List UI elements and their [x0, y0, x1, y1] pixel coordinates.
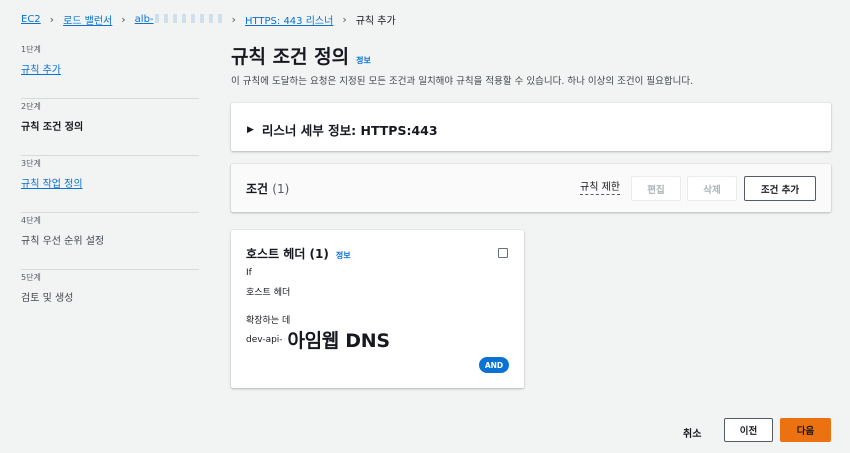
listener-details-label: 리스너 세부 정보: HTTPS:443 — [261, 123, 438, 138]
and-badge: AND — [479, 357, 509, 373]
step-5: 5단계 검토 및 생성 — [21, 270, 199, 327]
listener-details-panel: ▶ 리스너 세부 정보: HTTPS:443 — [231, 103, 831, 151]
redacted-text: · — [283, 334, 287, 345]
info-link[interactable]: 정보 — [356, 55, 371, 66]
cancel-button[interactable]: 취소 — [683, 425, 701, 440]
host-header-title-text: 호스트 헤더 (1) — [246, 247, 329, 261]
conditions-count: (1) — [272, 182, 290, 196]
host-header-title: 호스트 헤더 (1) 정보 — [246, 245, 351, 262]
step-link-add-rule[interactable]: 규칙 추가 — [21, 61, 61, 76]
chevron-right-icon: › — [342, 12, 347, 26]
step-link-define-actions[interactable]: 규칙 작업 정의 — [21, 175, 83, 190]
step-number: 1단계 — [21, 45, 41, 54]
chevron-right-icon: › — [231, 12, 236, 26]
breadcrumb-current: 규칙 추가 — [355, 15, 396, 27]
info-link[interactable]: 정보 — [336, 250, 351, 261]
breadcrumb-alb[interactable]: alb- — [135, 14, 223, 25]
next-button[interactable]: 다음 — [780, 418, 831, 442]
conditions-panel-header: 조건 (1) 규칙 제한 편집 삭제 조건 추가 — [231, 164, 831, 212]
match-type-label: 확장하는 데 — [246, 316, 291, 326]
step-label: 규칙 우선 순위 설정 — [21, 236, 105, 247]
conditions-title: 조건 (1) — [246, 180, 289, 197]
step-number: 5단계 — [21, 273, 41, 282]
page-title-text: 규칙 조건 정의 — [231, 46, 350, 68]
step-4: 4단계 규칙 우선 순위 설정 — [21, 213, 199, 270]
step-3: 3단계 규칙 작업 정의 — [21, 156, 199, 213]
condition-select-checkbox[interactable] — [498, 248, 508, 258]
if-label: If — [246, 268, 252, 278]
step-2: 2단계 규칙 조건 정의 — [21, 99, 199, 156]
host-header-condition-card: 호스트 헤더 (1) 정보 If 호스트 헤더 확장하는 데 dev-api- … — [231, 230, 524, 388]
step-number: 3단계 — [21, 159, 41, 168]
step-label: 검토 및 생성 — [21, 293, 74, 304]
breadcrumb-load-balancers[interactable]: 로드 밸런서 — [63, 12, 112, 27]
condition-field-label: 호스트 헤더 — [246, 288, 291, 298]
caret-right-icon: ▶ — [247, 124, 254, 135]
edit-button[interactable]: 편집 — [631, 176, 681, 201]
chevron-right-icon: › — [49, 12, 55, 26]
page-title: 규칙 조건 정의 정보 — [231, 42, 371, 69]
step-number: 4단계 — [21, 216, 41, 225]
add-condition-button[interactable]: 조건 추가 — [744, 176, 816, 201]
breadcrumb: EC2 › 로드 밸런서 › alb- › HTTPS: 443 리스너 › 규… — [21, 11, 396, 27]
condition-value-main: 아임웹 DNS — [287, 330, 390, 352]
previous-button[interactable]: 이전 — [724, 418, 773, 442]
redacted-text — [154, 14, 223, 23]
breadcrumb-alb-label: alb- — [134, 13, 154, 25]
step-number: 2단계 — [21, 102, 41, 111]
step-1: 1단계 규칙 추가 — [21, 42, 199, 99]
chevron-right-icon: › — [121, 12, 126, 26]
step-current-label: 규칙 조건 정의 — [21, 122, 84, 133]
condition-value-prefix: dev-api- — [246, 334, 283, 345]
wizard-steps: 1단계 규칙 추가 2단계 규칙 조건 정의 3단계 규칙 작업 정의 4단계 … — [21, 42, 199, 327]
breadcrumb-listener[interactable]: HTTPS: 443 리스너 — [245, 12, 333, 27]
delete-button[interactable]: 삭제 — [687, 176, 737, 201]
breadcrumb-ec2[interactable]: EC2 — [21, 14, 41, 25]
rule-limits-link[interactable]: 규칙 제한 — [580, 182, 620, 195]
listener-details-toggle[interactable]: ▶ 리스너 세부 정보: HTTPS:443 — [247, 120, 438, 139]
page-description: 이 규칙에 도달하는 요청은 지정된 모든 조건과 일치해야 규칙을 적용할 수… — [231, 76, 694, 87]
condition-value: dev-api- · 아임웹 DNS — [246, 326, 390, 353]
conditions-title-text: 조건 — [246, 182, 269, 196]
